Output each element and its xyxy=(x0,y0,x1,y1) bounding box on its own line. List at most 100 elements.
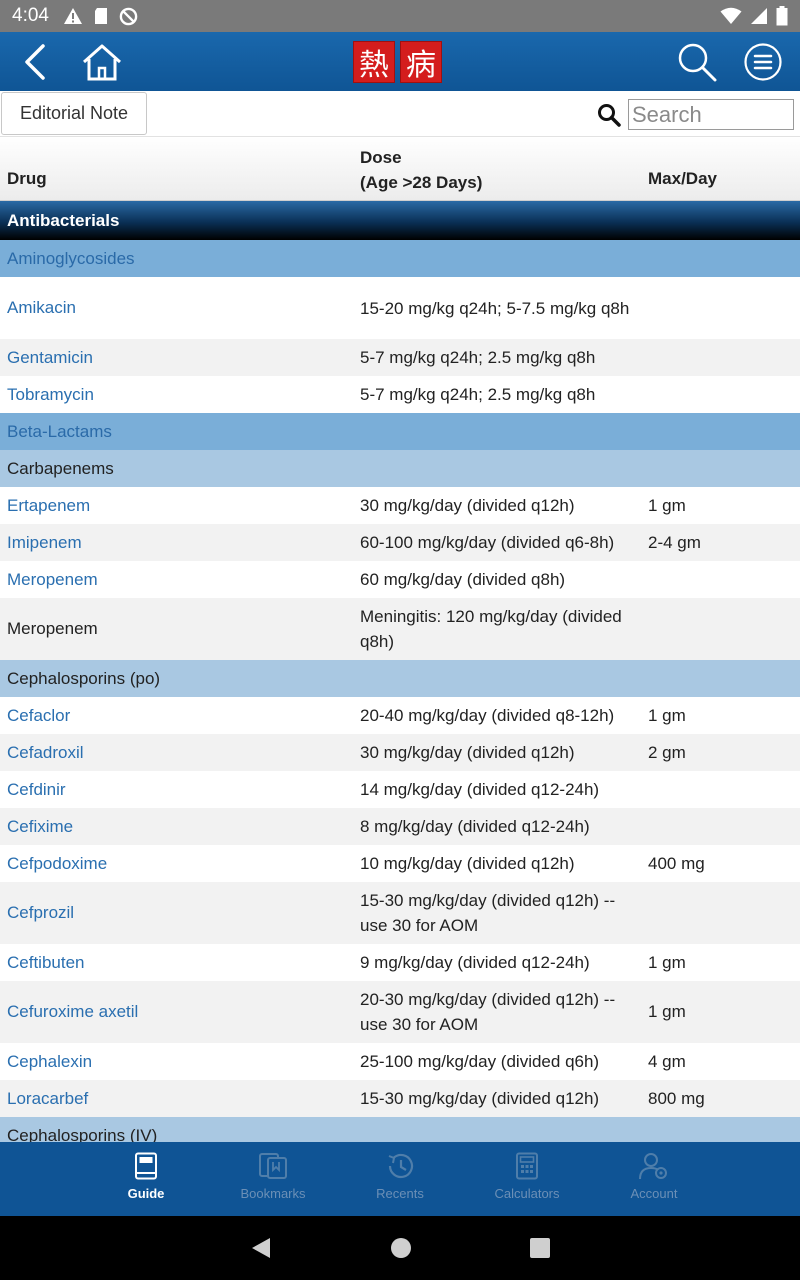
dose-cell: 25-100 mg/kg/day (divided q6h) xyxy=(360,1052,600,1071)
drug-name-link[interactable]: Cefdinir xyxy=(7,780,66,800)
table-row: Meropenem 60 mg/kg/day (divided q8h) xyxy=(0,561,800,598)
history-clock-icon xyxy=(388,1153,414,1179)
table-row: Ceftibuten 9 mg/kg/day (divided q12-24h) 1… xyxy=(0,944,800,981)
table-row: Cefuroxime axetil 20-30 mg/kg/day (divide… xyxy=(0,981,800,1043)
dose-cell: 60-100 mg/kg/day (divided q6-8h) xyxy=(360,533,615,552)
sd-card-icon xyxy=(94,8,107,24)
dose-cell: 10 mg/kg/day (divided q12h) xyxy=(360,854,575,873)
toolbar: Editorial Note xyxy=(0,91,800,137)
table-row: Loracarbef 15-30 mg/kg/day (divided q12h)… xyxy=(0,1080,800,1117)
nav-label-guide: Guide xyxy=(127,1186,165,1201)
subsection-header-row[interactable]: Aminoglycosides xyxy=(0,240,800,277)
dose-cell: 15-30 mg/kg/day (divided q12h) -- use 30… xyxy=(360,891,616,935)
table-row: Cefpodoxime 10 mg/kg/day (divided q12h) 40… xyxy=(0,845,800,882)
dose-cell: 30 mg/kg/day (divided q12h) xyxy=(360,743,575,762)
status-notification-icons xyxy=(63,7,138,26)
account-gear-icon xyxy=(639,1153,667,1180)
nav-item-account[interactable]: Account xyxy=(591,1142,718,1216)
drug-name-link[interactable]: Ertapenem xyxy=(7,496,90,516)
drug-name-link[interactable]: Cefadroxil xyxy=(7,743,84,763)
system-home-icon[interactable] xyxy=(390,1237,412,1259)
status-system-icons xyxy=(720,6,788,26)
group-header-row: Cephalosporins (IV) xyxy=(0,1117,800,1142)
dose-cell: Meningitis: 120 mg/kg/day (divided q8h) xyxy=(360,607,622,651)
system-overview-icon[interactable] xyxy=(530,1238,550,1258)
drug-name-link[interactable]: Gentamicin xyxy=(7,348,93,368)
max-day-cell: 800 mg xyxy=(648,1088,705,1108)
signal-icon xyxy=(751,8,767,24)
dose-cell: 5-7 mg/kg q24h; 2.5 mg/kg q8h xyxy=(360,385,596,404)
bookmarks-icon xyxy=(259,1153,287,1179)
book-icon xyxy=(135,1152,157,1180)
column-header-drug[interactable]: Drug xyxy=(7,169,47,189)
back-button[interactable] xyxy=(14,40,58,84)
nav-item-recents[interactable]: Recents xyxy=(337,1142,464,1216)
search-icon xyxy=(678,43,717,82)
column-header-dose-line1: Dose xyxy=(360,148,402,167)
bottom-navigation: Guide Bookmarks Recents Calculators Acco… xyxy=(0,1142,800,1216)
table-search-icon xyxy=(598,104,621,127)
max-day-cell: 4 gm xyxy=(648,1051,686,1071)
column-header-max-day[interactable]: Max/Day xyxy=(648,169,717,189)
group-header-row: Cephalosporins (po) xyxy=(0,660,800,697)
search-button[interactable] xyxy=(675,40,719,84)
table-search-input[interactable] xyxy=(628,99,794,130)
nav-label-account: Account xyxy=(630,1186,678,1201)
drug-name-link[interactable]: Cefprozil xyxy=(7,903,74,923)
dose-cell: 8 mg/kg/day (divided q12-24h) xyxy=(360,817,590,836)
subsection-header-row[interactable]: Beta-Lactams xyxy=(0,413,800,450)
table-row: Cefadroxil 30 mg/kg/day (divided q12h) 2 g… xyxy=(0,734,800,771)
nav-label-bookmarks: Bookmarks xyxy=(240,1186,306,1201)
table-row: Cefaclor 20-40 mg/kg/day (divided q8-12h)… xyxy=(0,697,800,734)
calculator-icon xyxy=(516,1152,538,1180)
drug-name-link[interactable]: Tobramycin xyxy=(7,385,94,405)
dose-cell: 60 mg/kg/day (divided q8h) xyxy=(360,570,566,589)
logo-char-2: 病 xyxy=(400,41,442,83)
warning-icon xyxy=(63,8,82,24)
subsection-label: Aminoglycosides xyxy=(7,248,135,268)
chevron-left-icon xyxy=(25,44,45,80)
editorial-note-button[interactable]: Editorial Note xyxy=(1,92,147,135)
table-row: Meropenem Meningitis: 120 mg/kg/day (divi… xyxy=(0,598,800,660)
drug-name-link[interactable]: Loracarbef xyxy=(7,1089,88,1109)
group-label: Carbapenems xyxy=(7,458,114,478)
table-row: Cefdinir 14 mg/kg/day (divided q12-24h) xyxy=(0,771,800,808)
column-header-dose-line2: (Age >28 Days) xyxy=(360,173,483,192)
drug-name-link[interactable]: Cefaclor xyxy=(7,706,70,726)
drug-name-link[interactable]: Meropenem xyxy=(7,570,98,590)
nav-label-recents: Recents xyxy=(376,1186,424,1201)
do-not-disturb-icon xyxy=(119,7,138,25)
home-button[interactable] xyxy=(80,40,124,84)
drug-name-link[interactable]: Cefuroxime axetil xyxy=(7,1002,138,1022)
menu-icon xyxy=(744,43,782,81)
dose-cell: 20-40 mg/kg/day (divided q8-12h) xyxy=(360,706,615,725)
menu-button[interactable] xyxy=(741,40,785,84)
max-day-cell: 2 gm xyxy=(648,742,686,762)
nav-item-guide[interactable]: Guide xyxy=(83,1142,210,1216)
drug-name-link[interactable]: Amikacin xyxy=(7,298,76,318)
group-label: Cephalosporins (po) xyxy=(7,668,161,688)
system-back-icon[interactable] xyxy=(250,1236,272,1260)
drug-name-link[interactable]: Cefixime xyxy=(7,817,73,837)
dose-cell: 5-7 mg/kg q24h; 2.5 mg/kg q8h xyxy=(360,348,596,367)
nav-item-calculators[interactable]: Calculators xyxy=(464,1142,591,1216)
drug-name-link[interactable]: Ceftibuten xyxy=(7,953,85,973)
dosing-table-body: Antibacterials Aminoglycosides Amikacin 15-… xyxy=(0,201,800,1142)
wifi-icon xyxy=(720,7,742,24)
section-header-row: Antibacterials xyxy=(0,201,800,240)
subsection-label: Beta-Lactams xyxy=(7,421,112,441)
table-row: Tobramycin 5-7 mg/kg q24h; 2.5 mg/kg q8h xyxy=(0,376,800,413)
max-day-cell: 2-4 gm xyxy=(648,532,701,552)
drug-name-link[interactable]: Cefpodoxime xyxy=(7,854,107,874)
drug-name-link[interactable]: Cephalexin xyxy=(7,1052,92,1072)
dose-cell: 15-30 mg/kg/day (divided q12h) xyxy=(360,1089,600,1108)
drug-name-link[interactable]: Imipenem xyxy=(7,533,82,553)
drug-name: Meropenem xyxy=(7,619,98,638)
max-day-cell: 1 gm xyxy=(648,952,686,972)
status-bar: 4:04 xyxy=(0,0,800,32)
table-row: Amikacin 15-20 mg/kg q24h; 5-7.5 mg/kg q8… xyxy=(0,277,800,339)
column-header-dose[interactable]: Dose (Age >28 Days) xyxy=(360,145,482,195)
section-label: Antibacterials xyxy=(7,210,120,230)
status-time: 4:04 xyxy=(12,5,49,26)
nav-item-bookmarks[interactable]: Bookmarks xyxy=(210,1142,337,1216)
